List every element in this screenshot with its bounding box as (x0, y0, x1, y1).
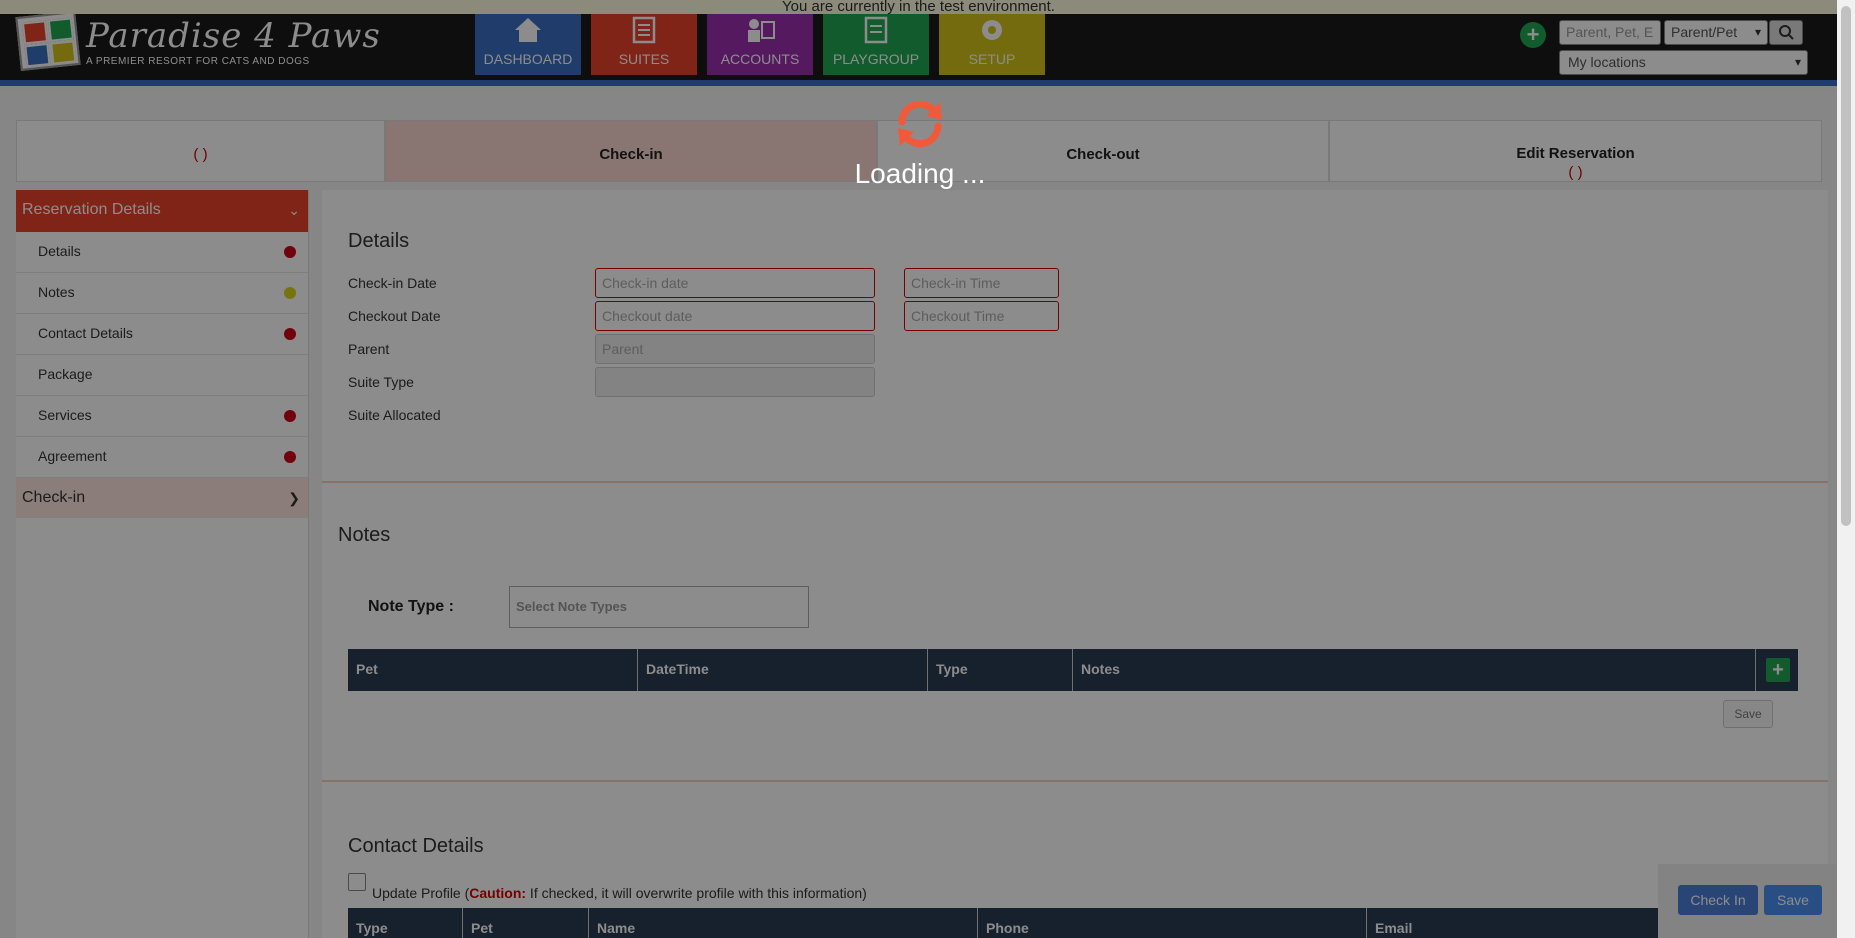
page-scrollbar[interactable] (1837, 0, 1855, 938)
refresh-icon (898, 100, 942, 148)
loading-indicator: Loading ... (820, 96, 1020, 190)
loading-text: Loading ... (854, 158, 986, 189)
scrollbar-thumb[interactable] (1841, 6, 1851, 526)
